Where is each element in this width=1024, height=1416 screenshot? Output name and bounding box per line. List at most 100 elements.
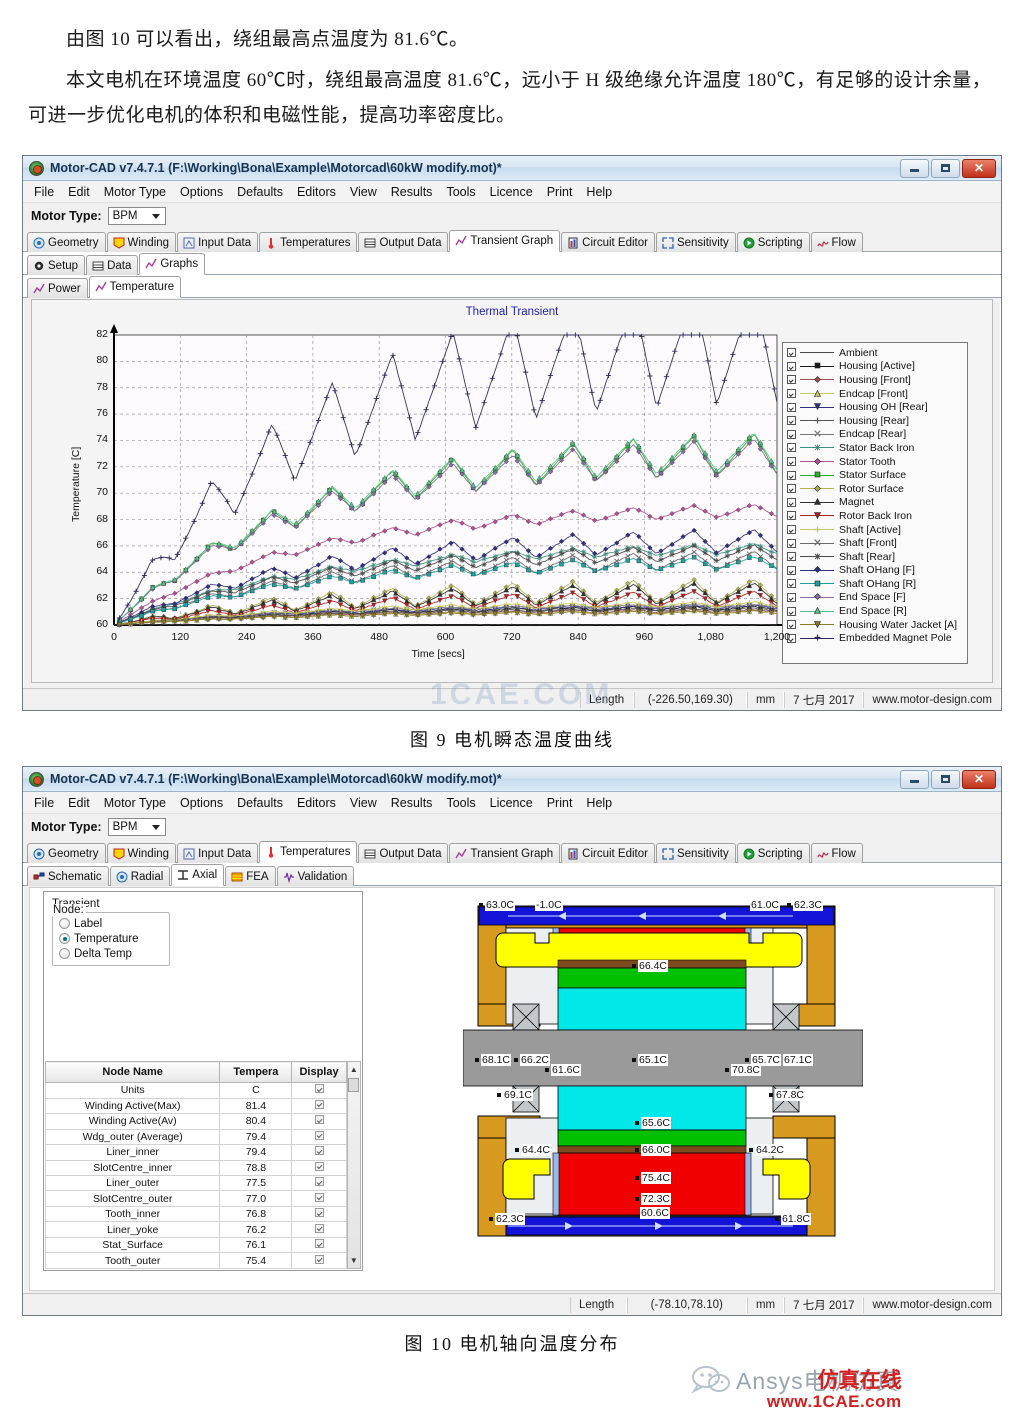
tab-output-data[interactable]: Output Data (358, 843, 449, 863)
window1-controls[interactable]: ✕ (900, 158, 998, 178)
legend-checkbox[interactable] (787, 620, 796, 630)
menu-results[interactable]: Results (384, 184, 440, 200)
cell-display-checkbox[interactable] (291, 1113, 347, 1130)
legend-checkbox[interactable] (787, 497, 796, 507)
legend-checkbox[interactable] (787, 525, 796, 535)
close-button[interactable]: ✕ (962, 158, 996, 178)
legend-checkbox[interactable] (787, 511, 796, 521)
close-button[interactable]: ✕ (962, 769, 996, 789)
radio-temperature[interactable]: Temperature (59, 931, 163, 946)
menu-view[interactable]: View (343, 184, 384, 200)
scroll-down-icon[interactable]: ▼ (350, 1256, 358, 1265)
window1-menubar[interactable]: File Edit Motor Type Options Defaults Ed… (23, 181, 1001, 203)
scroll-up-icon[interactable]: ▲ (350, 1065, 358, 1074)
menu-options[interactable]: Options (173, 795, 230, 811)
menu-licence[interactable]: Licence (483, 795, 540, 811)
legend-checkbox[interactable] (787, 579, 796, 589)
legend-item[interactable]: Embedded Magnet Pole (787, 631, 963, 645)
tab-power[interactable]: Power (27, 278, 88, 298)
table-row[interactable]: Wdg_outer (Average) 79.4 (44, 1128, 347, 1146)
legend-checkbox[interactable] (787, 552, 796, 562)
chart-legend[interactable]: Ambient Housing [Active] Housing [Front] En… (782, 342, 968, 664)
menu-file[interactable]: File (27, 184, 61, 200)
menu-editors[interactable]: Editors (290, 184, 343, 200)
node-panel[interactable]: Transient Node: Label Temperature Delta … (43, 891, 363, 1271)
legend-checkbox[interactable] (787, 484, 796, 494)
table-row[interactable]: Liner_yoke 76.2 (44, 1221, 347, 1238)
menu-motor-type[interactable]: Motor Type (97, 795, 173, 811)
minimize-button[interactable] (900, 158, 929, 178)
tab-transient-graph[interactable]: Transient Graph (449, 843, 561, 863)
col-node-name[interactable]: Node Name (44, 1060, 221, 1084)
menu-defaults[interactable]: Defaults (230, 184, 290, 200)
menu-motor-type[interactable]: Motor Type (97, 184, 173, 200)
maximize-button[interactable] (931, 158, 960, 178)
legend-checkbox[interactable] (787, 470, 796, 480)
table-row[interactable]: Winding Active(Av) 80.4 (44, 1113, 347, 1130)
tab-circuit-editor[interactable]: Circuit Editor (561, 843, 655, 863)
cell-display-checkbox[interactable] (291, 1236, 347, 1254)
cell-display-checkbox[interactable] (291, 1252, 347, 1269)
window2-controls[interactable]: ✕ (900, 769, 998, 789)
legend-checkbox[interactable] (787, 402, 796, 412)
cell-display-checkbox[interactable] (291, 1159, 347, 1177)
tab-winding[interactable]: Winding (106, 843, 177, 863)
window1-main-tabs[interactable]: Geometry Winding Input Data Temperatures Out… (23, 229, 1001, 252)
legend-checkbox[interactable] (787, 361, 796, 371)
cell-display-checkbox[interactable] (291, 1221, 347, 1238)
cell-display-checkbox[interactable] (291, 1128, 347, 1146)
legend-item[interactable]: Rotor Back Iron (787, 509, 963, 523)
tab-graphs[interactable]: Graphs (139, 253, 206, 275)
legend-checkbox[interactable] (787, 538, 796, 548)
cell-display-checkbox[interactable] (291, 1082, 347, 1099)
table-row[interactable]: Winding Active(Max) 81.4 (44, 1097, 347, 1115)
tab-axial[interactable]: Axial (171, 864, 225, 886)
menu-results[interactable]: Results (384, 795, 440, 811)
tab-scripting[interactable]: Scripting (736, 232, 810, 252)
tab-sensitivity[interactable]: Sensitivity (655, 843, 736, 863)
table-row[interactable]: SlotCentre_inner 78.8 (44, 1159, 347, 1177)
minimize-button[interactable] (900, 769, 929, 789)
cell-display-checkbox[interactable] (291, 1097, 347, 1115)
legend-item[interactable]: Housing [Active] (787, 360, 963, 374)
motorcad-window-transient-graph[interactable]: Motor-CAD v7.4.7.1 (F:\Working\Bona\Exam… (22, 155, 1002, 711)
table-row[interactable]: Liner_outer 77.5 (44, 1175, 347, 1192)
table-row[interactable]: Tooth_outer 75.4 (44, 1252, 347, 1269)
tab-scripting[interactable]: Scripting (736, 843, 810, 863)
legend-checkbox[interactable] (787, 389, 796, 399)
col-display[interactable]: Display (291, 1060, 347, 1084)
menu-file[interactable]: File (27, 795, 61, 811)
menu-edit[interactable]: Edit (61, 795, 97, 811)
cell-display-checkbox[interactable] (291, 1205, 347, 1223)
tab-geometry[interactable]: Geometry (27, 843, 106, 863)
legend-checkbox[interactable] (787, 443, 796, 453)
menu-print[interactable]: Print (540, 184, 580, 200)
motorcad-window-axial-temperatures[interactable]: Motor-CAD v7.4.7.1 (F:\Working\Bona\Exam… (22, 766, 1002, 1316)
tab-flow[interactable]: Flow (810, 843, 863, 863)
tab-data[interactable]: Data (86, 255, 139, 275)
menu-help[interactable]: Help (579, 795, 619, 811)
legend-item[interactable]: End Space [F] (787, 591, 963, 605)
window2-titlebar[interactable]: Motor-CAD v7.4.7.1 (F:\Working\Bona\Exam… (23, 767, 1001, 792)
menu-defaults[interactable]: Defaults (230, 795, 290, 811)
tab-schematic[interactable]: Schematic (27, 866, 109, 886)
axial-temperature-diagram[interactable]: 63.0C -1.0C 61.0C 62.3C 66.4C 68.1C 66.2C 61.6C… (462, 891, 864, 1281)
tab-circuit-editor[interactable]: Circuit Editor (561, 232, 655, 252)
node-radio-group[interactable]: Node: Label Temperature Delta Temp (51, 904, 170, 966)
tab-sensitivity[interactable]: Sensitivity (655, 232, 736, 252)
window1-subsub-tabs[interactable]: Power Temperature (23, 275, 1001, 298)
scroll-thumb[interactable] (348, 1078, 360, 1092)
legend-item[interactable]: Shaft [Front] (787, 536, 963, 550)
tab-fea[interactable]: FEA (225, 866, 276, 886)
legend-item[interactable]: Endcap [Front] (787, 387, 963, 401)
legend-item[interactable]: Ambient (787, 346, 963, 360)
legend-item[interactable]: Stator Back Iron (787, 441, 963, 455)
table-row[interactable]: Stat_Surface 76.1 (44, 1236, 347, 1254)
tab-temperatures[interactable]: Temperatures (259, 841, 358, 863)
legend-item[interactable]: Stator Tooth (787, 455, 963, 469)
tab-winding[interactable]: Winding (106, 232, 177, 252)
tab-setup[interactable]: Setup (27, 255, 86, 275)
tab-output-data[interactable]: Output Data (358, 232, 449, 252)
legend-item[interactable]: Rotor Surface (787, 482, 963, 496)
legend-item[interactable]: Shaft [Rear] (787, 550, 963, 564)
